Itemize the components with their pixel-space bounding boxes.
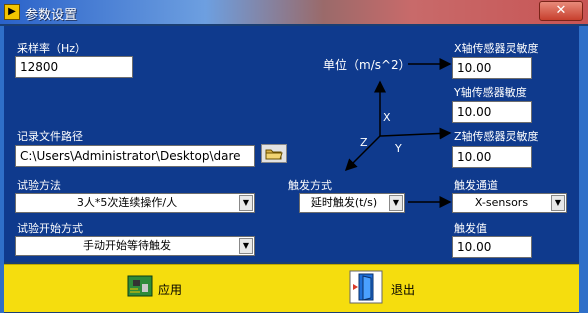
apply-button-label[interactable]: 应用: [158, 281, 182, 298]
z-axis-arrow: [344, 135, 381, 172]
apply-button[interactable]: 应用: [124, 270, 214, 306]
exit-button-label[interactable]: 退出: [391, 281, 415, 298]
circuit-board-icon: [127, 275, 153, 297]
exit-button[interactable]: 退出: [349, 270, 439, 306]
y-axis-arrow: [379, 127, 452, 140]
button-bar: 应用 退出: [4, 264, 579, 312]
exit-door-icon: [349, 270, 383, 304]
